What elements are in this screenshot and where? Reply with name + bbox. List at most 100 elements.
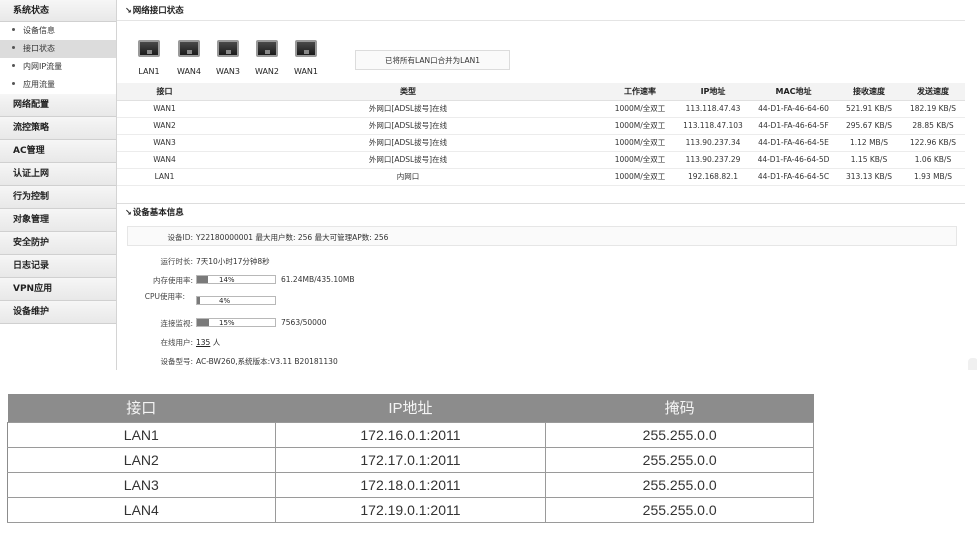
connection-bar: 15%: [196, 318, 276, 327]
port-label: WAN4: [176, 67, 202, 76]
cell: 182.19 KB/S: [901, 100, 965, 118]
sidebar-item-app-traffic[interactable]: 应用流量: [0, 76, 116, 94]
uptime-label: 运行时长:: [160, 257, 193, 266]
section-title: 设备基本信息: [132, 208, 184, 218]
cell: 44-D1-FA-46-64-5F: [750, 117, 837, 135]
cell: 113.90.237.29: [676, 151, 750, 169]
interface-table: 接口 类型 工作速率 IP地址 MAC地址 接收速度 发送速度 WAN1 外网口[…: [117, 83, 965, 186]
cell: 295.67 KB/S: [837, 117, 901, 135]
cell: 1000M/全双工: [604, 100, 676, 118]
cell: LAN2: [7, 446, 276, 473]
sidebar-group-flow-control[interactable]: 流控策略: [0, 117, 116, 140]
online-users-label: 在线用户:: [160, 338, 193, 347]
table-row: LAN1 内网口 1000M/全双工 192.168.82.1 44-D1-FA-46-…: [117, 168, 965, 186]
port-label: WAN1: [293, 67, 319, 76]
cell: 1000M/全双工: [604, 168, 676, 186]
sidebar-group-maintenance[interactable]: 设备维护: [0, 301, 116, 324]
cell: 44-D1-FA-46-64-5E: [750, 134, 837, 152]
cpu-usage-bar: 4%: [196, 296, 276, 305]
cell: LAN3: [7, 471, 276, 498]
cell: 1.12 MB/S: [837, 134, 901, 152]
table-row: LAN1 172.16.0.1:2011 255.255.0.0: [7, 421, 814, 448]
cell: 44-D1-FA-46-64-5C: [750, 168, 837, 186]
scrollbar[interactable]: [965, 0, 977, 370]
section-marker-icon: ↘: [125, 208, 132, 217]
router-admin-screenshot: 系统状态 设备信息 接口状态 内网IP流量 应用流量 网络配置 流控策略 AC管…: [0, 0, 977, 370]
cell: 113.90.237.34: [676, 134, 750, 152]
sidebar-item-lan-ip-traffic[interactable]: 内网IP流量: [0, 58, 116, 76]
table-header-row: 接口 IP地址 掩码: [7, 394, 814, 422]
cell: 内网口: [212, 168, 604, 186]
ethernet-port-icon: [295, 40, 317, 57]
col-header: 掩码: [545, 394, 814, 422]
scrollbar-thumb[interactable]: [968, 358, 977, 370]
sidebar-item-interface-status[interactable]: 接口状态: [0, 40, 116, 58]
col-header: 接收速度: [837, 83, 901, 101]
sidebar-group-object-management[interactable]: 对象管理: [0, 209, 116, 232]
cell: 1.15 KB/S: [837, 151, 901, 169]
section-title: 网络接口状态: [132, 6, 184, 16]
memory-usage-bar: 14%: [196, 275, 276, 284]
device-info-header: ↘设备基本信息: [117, 206, 965, 220]
sidebar-group-logs[interactable]: 日志记录: [0, 255, 116, 278]
cell: 255.255.0.0: [545, 446, 814, 473]
cell: 外网口[ADSL拔号]在线: [212, 117, 604, 135]
cell: 255.255.0.0: [545, 496, 814, 523]
cell: 113.118.47.103: [676, 117, 750, 135]
lan-merge-note: 已将所有LAN口合并为LAN1: [355, 50, 510, 70]
online-users-unit: 人: [212, 338, 221, 347]
sidebar-group-auth[interactable]: 认证上网: [0, 163, 116, 186]
cell: 28.85 KB/S: [901, 117, 965, 135]
cell: 255.255.0.0: [545, 421, 814, 448]
sidebar-item-label: 接口状态: [23, 44, 55, 53]
cell: 113.118.47.43: [676, 100, 750, 118]
memory-percent: 14%: [219, 276, 235, 284]
ethernet-port-icon: [256, 40, 278, 57]
bullet-icon: [12, 82, 15, 85]
sidebar-group-network-config[interactable]: 网络配置: [0, 94, 116, 117]
bullet-icon: [12, 46, 15, 49]
table-row: LAN2 172.17.0.1:2011 255.255.0.0: [7, 446, 814, 473]
sidebar-item-label: 应用流量: [23, 80, 55, 89]
main-content: ↘网络接口状态 LAN1 WAN4 WAN3 WAN2 WAN1 已将所有LAN…: [117, 0, 965, 370]
cell: WAN3: [117, 134, 212, 152]
table-row: LAN4 172.19.0.1:2011 255.255.0.0: [7, 496, 814, 523]
cell: 1.06 KB/S: [901, 151, 965, 169]
cell: 255.255.0.0: [545, 471, 814, 498]
table-row: LAN3 172.18.0.1:2011 255.255.0.0: [7, 471, 814, 498]
bullet-icon: [12, 28, 15, 31]
cell: 172.17.0.1:2011: [274, 446, 547, 473]
cpu-percent: 4%: [219, 297, 231, 305]
bar-fill: [197, 297, 201, 304]
sidebar-item-label: 内网IP流量: [23, 62, 63, 71]
sidebar-group-system-status[interactable]: 系统状态: [0, 0, 116, 22]
sidebar-item-device-info[interactable]: 设备信息: [0, 22, 116, 40]
sidebar-item-label: 设备信息: [23, 26, 55, 35]
cell: 1.93 MB/S: [901, 168, 965, 186]
section-marker-icon: ↘: [125, 6, 132, 15]
cell: LAN4: [7, 496, 276, 523]
sidebar-group-vpn[interactable]: VPN应用: [0, 278, 116, 301]
memory-detail: 61.24MB/435.10MB: [281, 275, 355, 284]
port-label: LAN1: [138, 67, 160, 76]
cell: 44-D1-FA-46-64-60: [750, 100, 837, 118]
cell: 313.13 KB/S: [837, 168, 901, 186]
connection-detail: 7563/50000: [281, 318, 327, 327]
uptime-value: 7天10小时17分钟8秒: [196, 257, 270, 266]
network-status-header: ↘网络接口状态: [117, 4, 965, 18]
col-header: 接口: [7, 394, 276, 422]
ethernet-port-icon: [138, 40, 160, 57]
col-header: IP地址: [676, 83, 750, 101]
sidebar-group-ac-management[interactable]: AC管理: [0, 140, 116, 163]
cell: LAN1: [7, 421, 276, 448]
cell: WAN4: [117, 151, 212, 169]
sidebar-nav: 系统状态 设备信息 接口状态 内网IP流量 应用流量 网络配置 流控策略 AC管…: [0, 0, 117, 370]
cell: 1000M/全双工: [604, 117, 676, 135]
col-header: 工作速率: [604, 83, 676, 101]
sidebar-group-security[interactable]: 安全防护: [0, 232, 116, 255]
online-users-link[interactable]: 135: [196, 338, 210, 347]
model-value: AC-BW260,系统版本:V3.11 B20181130: [196, 357, 338, 366]
sidebar-group-behavior-control[interactable]: 行为控制: [0, 186, 116, 209]
bullet-icon: [12, 64, 15, 67]
device-id-label: 设备ID:: [167, 233, 193, 242]
